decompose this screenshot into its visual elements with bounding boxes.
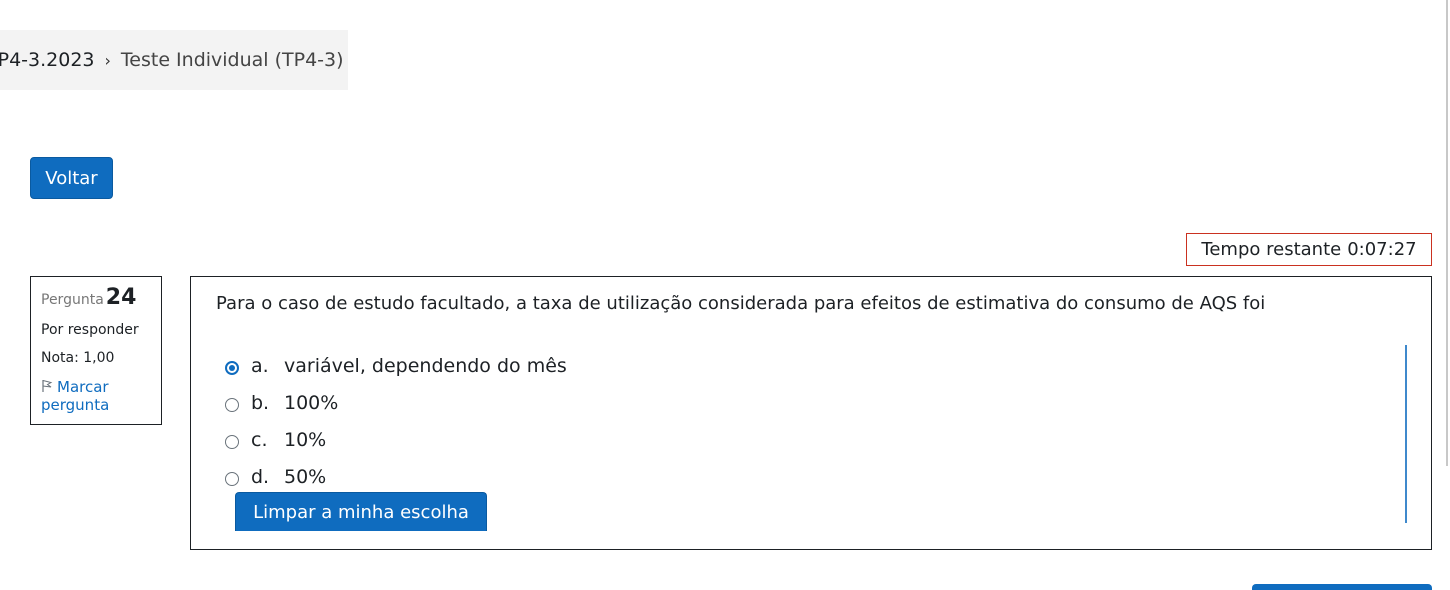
back-button[interactable]: Voltar (30, 157, 113, 199)
question-info: Pergunta 24 Por responder Nota: 1,00 Mar… (30, 276, 162, 425)
question-content: Para o caso de estudo facultado, a taxa … (190, 276, 1432, 550)
radio-button-b[interactable] (225, 397, 239, 412)
answer-letter: c. (251, 428, 268, 451)
breadcrumb-course-link[interactable]: TP4-3.2023 (0, 49, 95, 71)
next-page-button[interactable] (1252, 584, 1432, 590)
answer-scroll-indicator (1405, 345, 1407, 523)
question-number: 24 (105, 285, 137, 310)
answer-text: 10% (284, 428, 327, 451)
question-grade: Nota: 1,00 (41, 350, 115, 366)
radio-button-c[interactable] (225, 434, 239, 449)
flag-icon (42, 380, 53, 392)
answer-option-b[interactable]: b. 100% (225, 384, 567, 421)
radio-button-a[interactable] (225, 360, 239, 375)
time-remaining: Tempo restante 0:07:27 (1186, 233, 1432, 266)
answer-text: 50% (284, 465, 327, 488)
answer-letter: b. (251, 391, 270, 414)
breadcrumb: TP4-3.2023 › Teste Individual (TP4-3) (0, 30, 348, 90)
answer-list: a. variável, dependendo do mês b. 100% c… (225, 347, 567, 495)
clear-choice-button[interactable]: Limpar a minha escolha (235, 492, 487, 531)
answer-option-d[interactable]: d. 50% (225, 458, 567, 495)
quiz-page: TP4-3.2023 › Teste Individual (TP4-3) Vo… (0, 0, 1450, 590)
radio-button-d[interactable] (225, 471, 239, 486)
answer-option-c[interactable]: c. 10% (225, 421, 567, 458)
flag-question-link[interactable]: Marcar pergunta (41, 378, 151, 414)
question-text: Para o caso de estudo facultado, a taxa … (216, 293, 1266, 314)
answer-text: variável, dependendo do mês (284, 354, 567, 377)
question-state: Por responder (41, 322, 139, 338)
answer-letter: a. (251, 354, 269, 377)
answer-text: 100% (284, 391, 339, 414)
question-label: Pergunta (41, 292, 104, 308)
answer-letter: d. (251, 465, 270, 488)
breadcrumb-quiz-link[interactable]: Teste Individual (TP4-3) (121, 49, 344, 71)
timer-label: Tempo restante (1201, 239, 1342, 260)
page-scrollbar[interactable] (1446, 0, 1448, 466)
breadcrumb-separator: › (104, 50, 111, 70)
timer-value: 0:07:27 (1347, 239, 1417, 260)
answer-option-a[interactable]: a. variável, dependendo do mês (225, 347, 567, 384)
